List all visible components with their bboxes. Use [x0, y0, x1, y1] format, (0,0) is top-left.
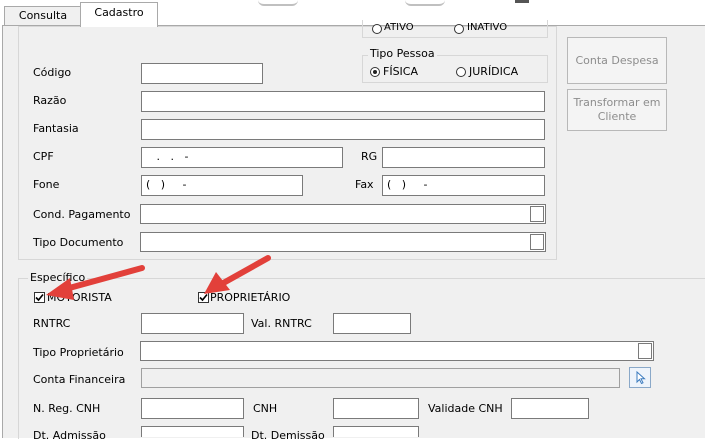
tipo-documento-label: Tipo Documento	[33, 236, 124, 249]
dt-demissao-label: Dt. Demissão	[251, 429, 325, 442]
razao-field[interactable]	[141, 91, 545, 112]
radio-inativo[interactable]	[454, 24, 464, 34]
chevron-down-icon[interactable]	[530, 234, 544, 250]
rntrc-field[interactable]	[141, 313, 244, 334]
fax-field[interactable]: ( ) -	[382, 175, 545, 196]
fone-label: Fone	[33, 178, 60, 191]
razao-label: Razão	[33, 94, 67, 107]
conta-financeira-lookup-button[interactable]	[629, 367, 651, 388]
toolbar-fragment	[515, 0, 529, 3]
red-arrow-icon	[204, 255, 271, 294]
radio-inativo-label: INATIVO	[467, 22, 508, 33]
dt-demissao-field[interactable]	[333, 426, 419, 437]
radio-ativo-label: ATIVO	[384, 22, 414, 33]
fantasia-label: Fantasia	[33, 122, 79, 135]
val-rntrc-field[interactable]	[333, 313, 411, 334]
dt-admissao-label: Dt. Admissão	[33, 429, 106, 442]
conta-financeira-label: Conta Financeira	[33, 373, 126, 386]
toolbar-fragment	[405, 0, 445, 6]
tipo-proprietario-label: Tipo Proprietário	[33, 346, 124, 359]
cnh-label: CNH	[253, 402, 278, 415]
radio-juridica[interactable]	[456, 67, 466, 77]
cond-pagamento-label: Cond. Pagamento	[33, 208, 131, 221]
tipo-proprietario-select[interactable]	[140, 341, 654, 361]
validade-cnh-label: Validade CNH	[428, 402, 503, 415]
codigo-label: Código	[33, 66, 72, 79]
red-arrow-icon	[46, 265, 145, 300]
toolbar-fragment	[258, 0, 298, 6]
dt-admissao-field[interactable]	[141, 426, 244, 437]
radio-ativo[interactable]	[372, 24, 382, 34]
validade-cnh-field[interactable]	[511, 398, 589, 419]
tab-cadastro[interactable]: Cadastro	[80, 2, 158, 27]
radio-fisica[interactable]	[370, 67, 380, 77]
fone-field[interactable]: ( ) -	[141, 175, 303, 196]
cond-pagamento-select[interactable]	[140, 204, 546, 224]
cpf-field[interactable]: . . -	[141, 147, 343, 168]
val-rntrc-label: Val. RNTRC	[251, 317, 312, 330]
tipo-documento-select[interactable]	[140, 232, 546, 252]
tab-consulta[interactable]: Consulta	[4, 6, 82, 26]
tipo-pessoa-title: Tipo Pessoa	[368, 47, 437, 60]
chevron-down-icon[interactable]	[638, 343, 652, 359]
cpf-label: CPF	[33, 150, 54, 163]
n-reg-cnh-field[interactable]	[141, 398, 244, 419]
conta-financeira-field	[141, 368, 620, 388]
rg-field[interactable]	[382, 147, 545, 168]
cursor-lookup-icon	[636, 370, 646, 385]
tab-bar: Consulta Cadastro	[0, 0, 706, 27]
radio-juridica-label: JURÍDICA	[469, 65, 519, 78]
conta-despesa-button[interactable]: Conta Despesa	[567, 37, 667, 84]
rntrc-label: RNTRC	[33, 317, 71, 330]
chevron-down-icon[interactable]	[530, 206, 544, 222]
transformar-cliente-button[interactable]: Transformar em Cliente	[567, 89, 667, 131]
fax-label: Fax	[355, 178, 374, 191]
codigo-field[interactable]	[141, 63, 263, 84]
radio-fisica-label: FÍSICA	[383, 65, 419, 78]
rg-label: RG	[361, 150, 378, 163]
fantasia-field[interactable]	[141, 119, 545, 140]
n-reg-cnh-label: N. Reg. CNH	[33, 402, 101, 415]
cnh-field[interactable]	[333, 398, 419, 419]
